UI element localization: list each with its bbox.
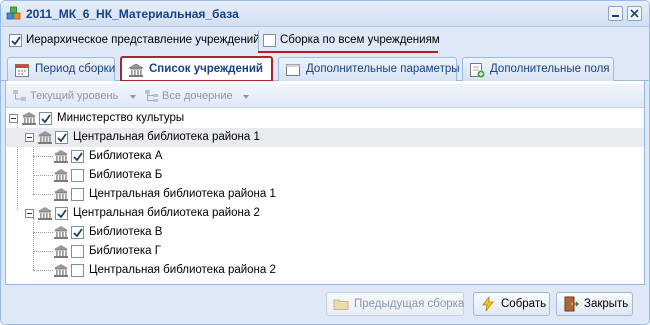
tree-label: Библиотека Г: [89, 245, 161, 257]
lightning-icon: [482, 296, 494, 312]
current-level-label: Текущий уровень: [30, 90, 119, 102]
tree-row[interactable]: Министерство культуры: [6, 109, 644, 128]
tree-label: Центральная библиотека района 1: [89, 188, 276, 200]
tree-checkbox[interactable]: [55, 207, 68, 220]
panel-icon: [286, 64, 300, 76]
tab-institution-list[interactable]: Список учреждений: [120, 56, 273, 82]
button-label: Собрать: [501, 298, 547, 310]
dropdown-arrow-icon: [243, 95, 249, 99]
tree-checkbox[interactable]: [71, 150, 84, 163]
minimize-button[interactable]: [608, 6, 623, 21]
tree-checkbox[interactable]: [39, 112, 52, 125]
button-label: Предыдущая сборка: [354, 298, 465, 310]
highlight-underline: [258, 51, 438, 53]
institution-building-icon: [38, 207, 52, 220]
tree-checkbox[interactable]: [71, 245, 84, 258]
exit-door-icon: [564, 296, 579, 312]
hierarchical-checkbox[interactable]: [9, 34, 22, 47]
tab-strip: Период сборки Список учреждений Дополнит…: [1, 55, 649, 82]
tree-label: Министерство культуры: [57, 112, 185, 124]
checkmark-icon: [73, 228, 83, 238]
checkmark-icon: [57, 133, 67, 143]
tree-checkbox[interactable]: [71, 264, 84, 277]
close-icon: [630, 9, 639, 18]
tree-row[interactable]: Центральная библиотека района 2: [6, 204, 644, 223]
tree-checkbox[interactable]: [71, 169, 84, 182]
tree-row[interactable]: Библиотека Г: [6, 242, 644, 261]
institution-building-icon: [54, 264, 68, 277]
button-label: Закрыть: [584, 298, 629, 310]
institution-list-panel: Текущий уровень Все дочерние Министерств…: [5, 81, 645, 285]
tree-row[interactable]: Центральная библиотека района 1: [6, 128, 644, 147]
dropdown-arrow-icon: [130, 95, 136, 99]
calendar-icon: [15, 64, 29, 77]
checkmark-icon: [41, 114, 51, 124]
hierarchical-label: Иерархическое представление учреждений: [26, 34, 260, 46]
collect-all-option[interactable]: Сборка по всем учреждениям: [263, 34, 440, 47]
checkmark-icon: [11, 36, 21, 46]
tree-row[interactable]: Центральная библиотека района 1: [6, 185, 644, 204]
institution-building-icon: [54, 188, 68, 201]
tab-additional-fields[interactable]: Дополнительные поля: [462, 57, 614, 81]
window-title: 2011_МК_6_НК_Материальная_база: [26, 7, 239, 21]
title-bar[interactable]: 2011_МК_6_НК_Материальная_база: [1, 1, 649, 27]
tree-label: Центральная библиотека района 1: [73, 131, 260, 143]
tree-row[interactable]: Библиотека В: [6, 223, 644, 242]
dialog-window: 2011_МК_6_НК_Материальная_база Иерархиче…: [0, 0, 650, 325]
building-icon: [128, 63, 144, 77]
checkmark-icon: [57, 209, 67, 219]
institution-building-icon: [38, 131, 52, 144]
collect-all-label: Сборка по всем учреждениям: [280, 34, 440, 46]
tab-label: Дополнительные поля: [490, 63, 610, 75]
tree-row[interactable]: Библиотека А: [6, 147, 644, 166]
collect-all-checkbox[interactable]: [263, 34, 276, 47]
tab-additional-parameters[interactable]: Дополнительные параметры: [278, 57, 460, 81]
tree-toolbar: Текущий уровень Все дочерние: [6, 84, 644, 108]
tab-label: Дополнительные параметры: [306, 63, 460, 75]
hierarchy-children-icon: [145, 90, 158, 102]
collapse-toggle-icon[interactable]: [25, 209, 34, 218]
collapse-toggle-icon[interactable]: [9, 114, 18, 123]
minimize-icon: [612, 15, 619, 17]
institution-building-icon: [54, 169, 68, 182]
close-window-button[interactable]: [627, 6, 642, 21]
tree-label: Центральная библиотека района 2: [73, 207, 260, 219]
checkmark-icon: [73, 152, 83, 162]
options-row: Иерархическое представление учреждений С…: [5, 30, 645, 53]
add-field-icon: [470, 63, 485, 78]
tab-collection-period[interactable]: Период сборки: [7, 57, 115, 81]
folder-icon: [333, 299, 349, 310]
app-cubes-icon: [6, 6, 21, 20]
tab-label: Список учреждений: [149, 63, 263, 75]
institution-building-icon: [54, 150, 68, 163]
tab-label: Период сборки: [35, 63, 116, 75]
tree-label: Библиотека В: [89, 226, 163, 238]
tree-row[interactable]: Центральная библиотека района 2: [6, 261, 644, 280]
tree-label: Библиотека А: [89, 150, 163, 162]
options-divider: [258, 31, 259, 51]
all-children-label: Все дочерние: [162, 90, 233, 102]
tree-checkbox[interactable]: [55, 131, 68, 144]
collapse-toggle-icon[interactable]: [25, 133, 34, 142]
collect-button[interactable]: Собрать: [473, 292, 550, 316]
institution-building-icon: [54, 226, 68, 239]
close-button[interactable]: Закрыть: [556, 292, 633, 316]
hierarchy-icon: [13, 90, 26, 101]
tree-label: Центральная библиотека района 2: [89, 264, 276, 276]
tree-checkbox[interactable]: [71, 226, 84, 239]
tree-label: Библиотека Б: [89, 169, 163, 181]
hierarchical-option[interactable]: Иерархическое представление учреждений: [9, 34, 260, 47]
tree-checkbox[interactable]: [71, 188, 84, 201]
previous-collection-button[interactable]: Предыдущая сборка: [326, 292, 464, 316]
institution-building-icon: [22, 112, 36, 125]
institution-building-icon: [54, 245, 68, 258]
tree-row[interactable]: Библиотека Б: [6, 166, 644, 185]
